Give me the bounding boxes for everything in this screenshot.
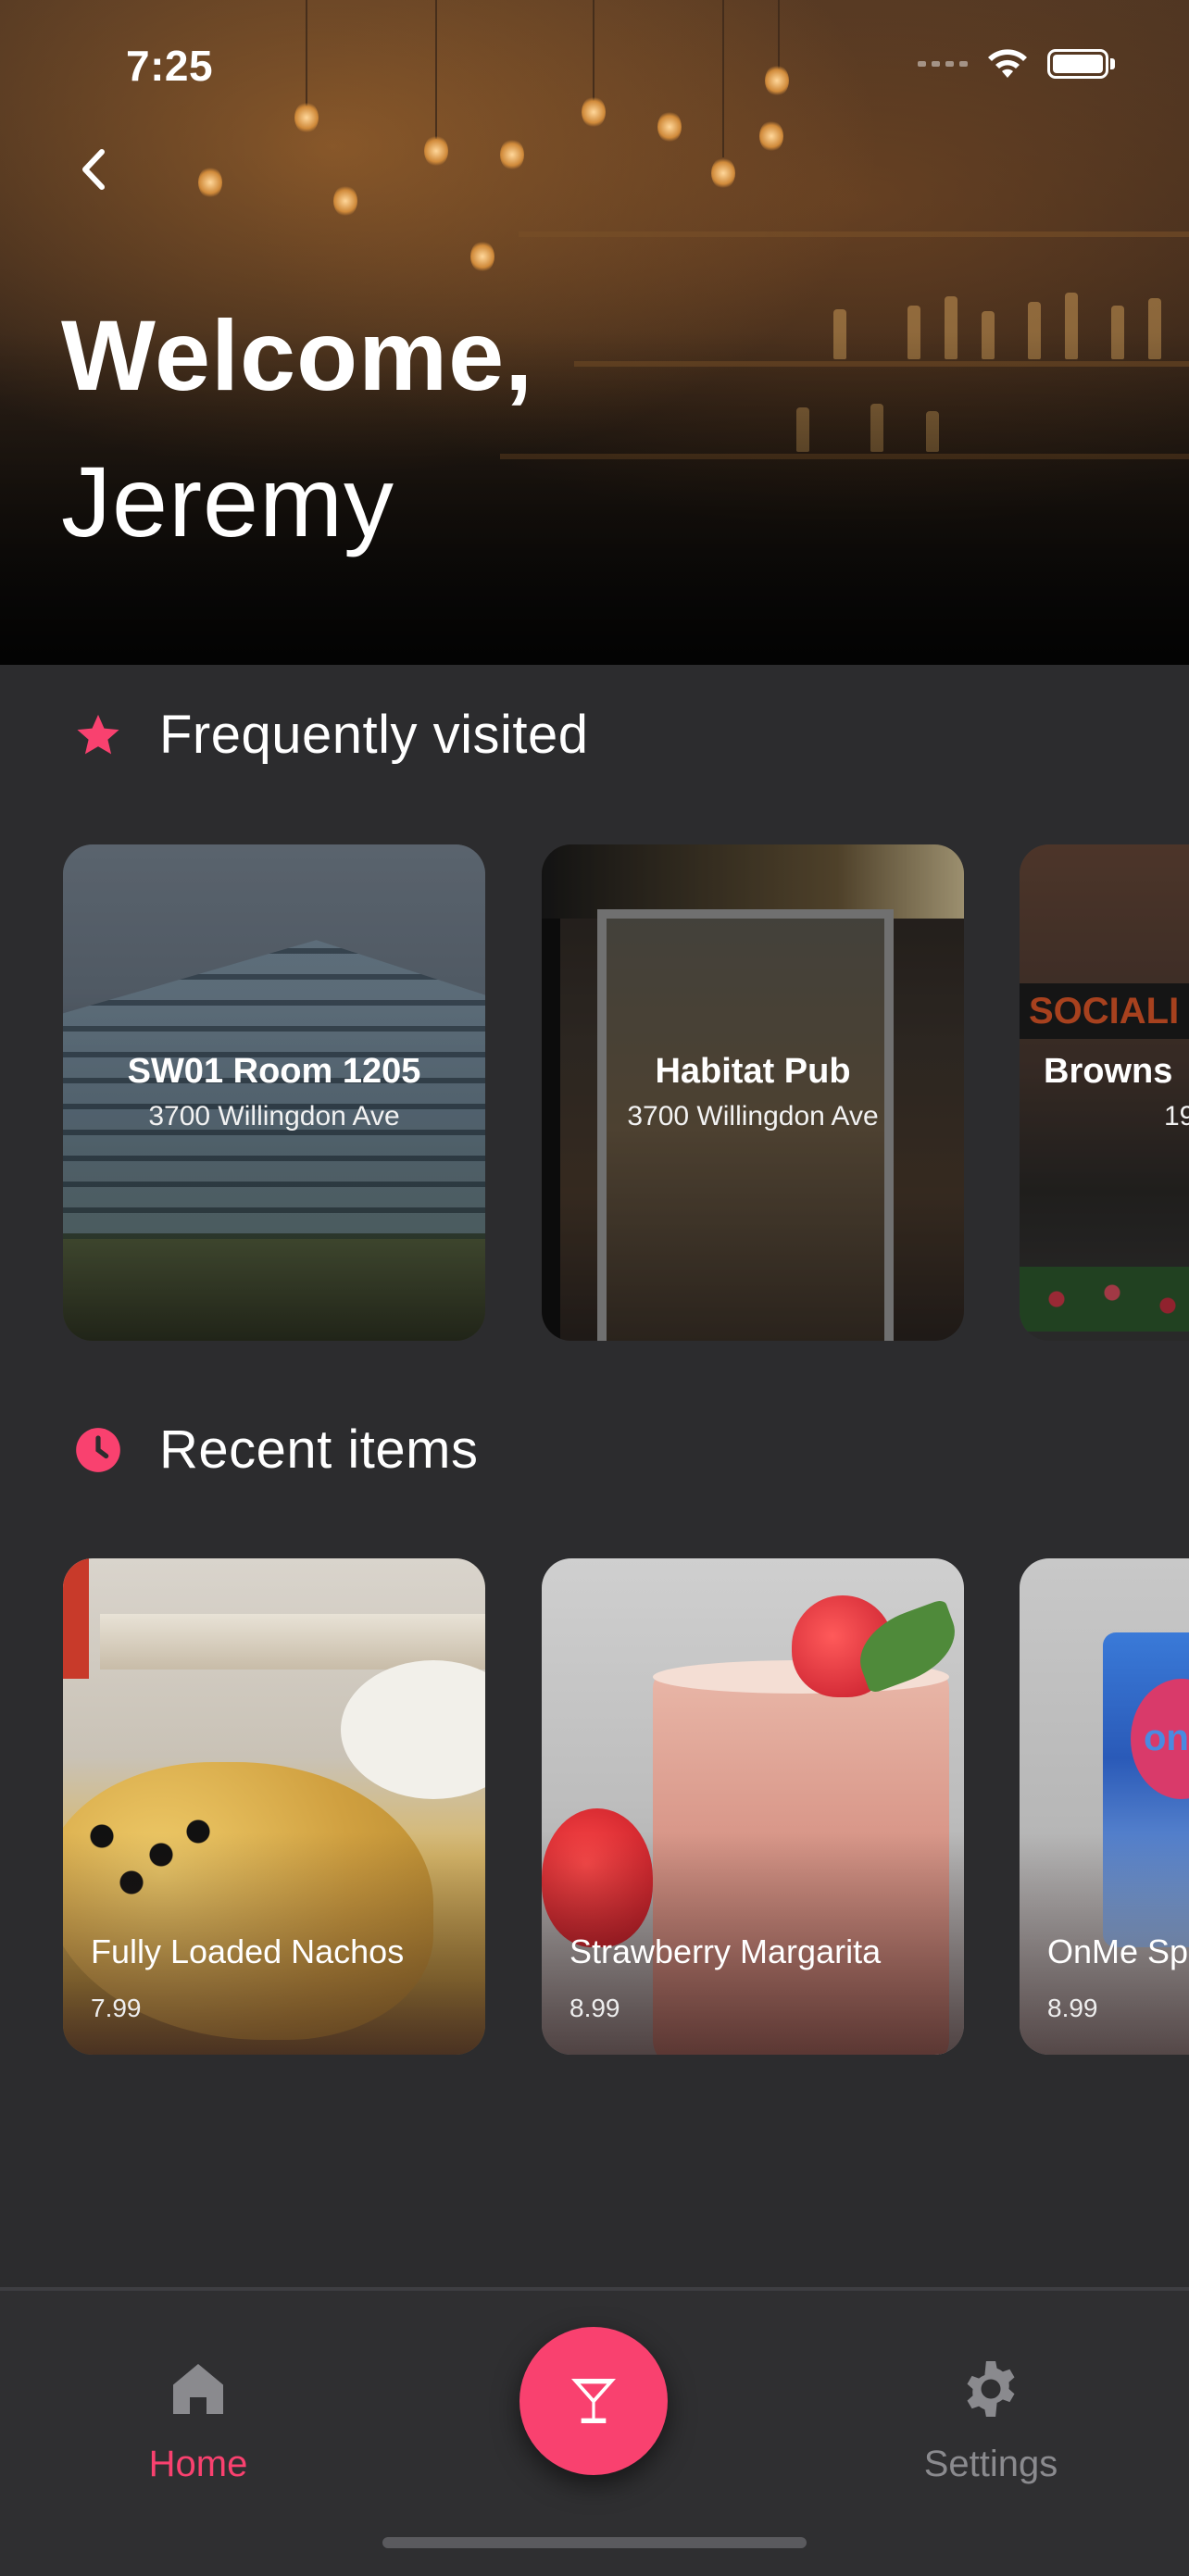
section-title: Recent items bbox=[159, 1419, 479, 1480]
venue-name: Habitat Pub bbox=[655, 1052, 851, 1091]
venue-address: 3700 Willingdon Ave bbox=[627, 1101, 879, 1132]
item-price: 8.99 bbox=[569, 1994, 620, 2022]
venue-card[interactable]: Habitat Pub 3700 Willingdon Ave bbox=[542, 844, 964, 1341]
item-name: Fully Loaded Nachos bbox=[91, 1932, 405, 1970]
chevron-left-icon bbox=[82, 149, 105, 190]
cocktail-icon bbox=[571, 2379, 616, 2423]
item-name: OnMe Sp bbox=[1047, 1932, 1189, 1970]
item-card[interactable]: Fully Loaded Nachos 7.99 bbox=[63, 1558, 485, 2055]
back-button[interactable] bbox=[72, 146, 119, 193]
tab-settings-label: Settings bbox=[923, 2444, 1058, 2484]
status-icons bbox=[918, 46, 1115, 81]
venue-address: 3700 Willingdon Ave bbox=[148, 1101, 400, 1132]
venue-card[interactable]: SW01 Room 1205 3700 Willingdon Ave bbox=[63, 844, 485, 1341]
tab-settings[interactable]: Settings bbox=[870, 2356, 1111, 2485]
frequently-visited-header: Frequently visited bbox=[74, 704, 589, 766]
gear-icon bbox=[967, 2361, 1015, 2417]
user-name: Jeremy bbox=[61, 445, 395, 557]
venue-name: SW01 Room 1205 bbox=[127, 1052, 421, 1091]
venue-address: 1908 bbox=[1164, 1101, 1189, 1132]
header-banner: 7:25 Welcome, Jeremy bbox=[0, 0, 1189, 665]
recent-items-header: Recent items bbox=[74, 1419, 478, 1481]
clock-icon bbox=[76, 1427, 120, 1472]
item-card[interactable]: Strawberry Margarita 8.99 bbox=[542, 1558, 964, 2055]
item-price: 8.99 bbox=[1047, 1994, 1098, 2022]
wifi-icon bbox=[988, 49, 1027, 78]
welcome-heading: Welcome, bbox=[61, 299, 534, 411]
tab-home-label: Home bbox=[148, 2444, 248, 2484]
cellular-signal-icon bbox=[918, 61, 968, 67]
section-title: Frequently visited bbox=[159, 705, 589, 765]
battery-icon bbox=[1047, 49, 1108, 79]
tab-home[interactable]: Home bbox=[78, 2356, 319, 2485]
status-time: 7:25 bbox=[126, 42, 214, 90]
home-indicator bbox=[382, 2537, 807, 2548]
item-name: Strawberry Margarita bbox=[569, 1932, 882, 1970]
order-drinks-button[interactable] bbox=[519, 2327, 668, 2475]
home-icon bbox=[173, 2364, 223, 2414]
venue-card[interactable]: SOCIALI Browns 1908 bbox=[1020, 844, 1189, 1341]
item-price: 7.99 bbox=[91, 1994, 142, 2022]
star-icon bbox=[77, 714, 119, 754]
venues-carousel[interactable]: SW01 Room 1205 3700 Willingdon Ave Habit… bbox=[0, 844, 1189, 1343]
venue-name: Browns bbox=[1044, 1052, 1173, 1091]
item-card[interactable]: on OnMe Sp 8.99 bbox=[1020, 1558, 1189, 2055]
recent-items-carousel[interactable]: Fully Loaded Nachos 7.99 Strawberry Marg… bbox=[0, 1558, 1189, 2057]
